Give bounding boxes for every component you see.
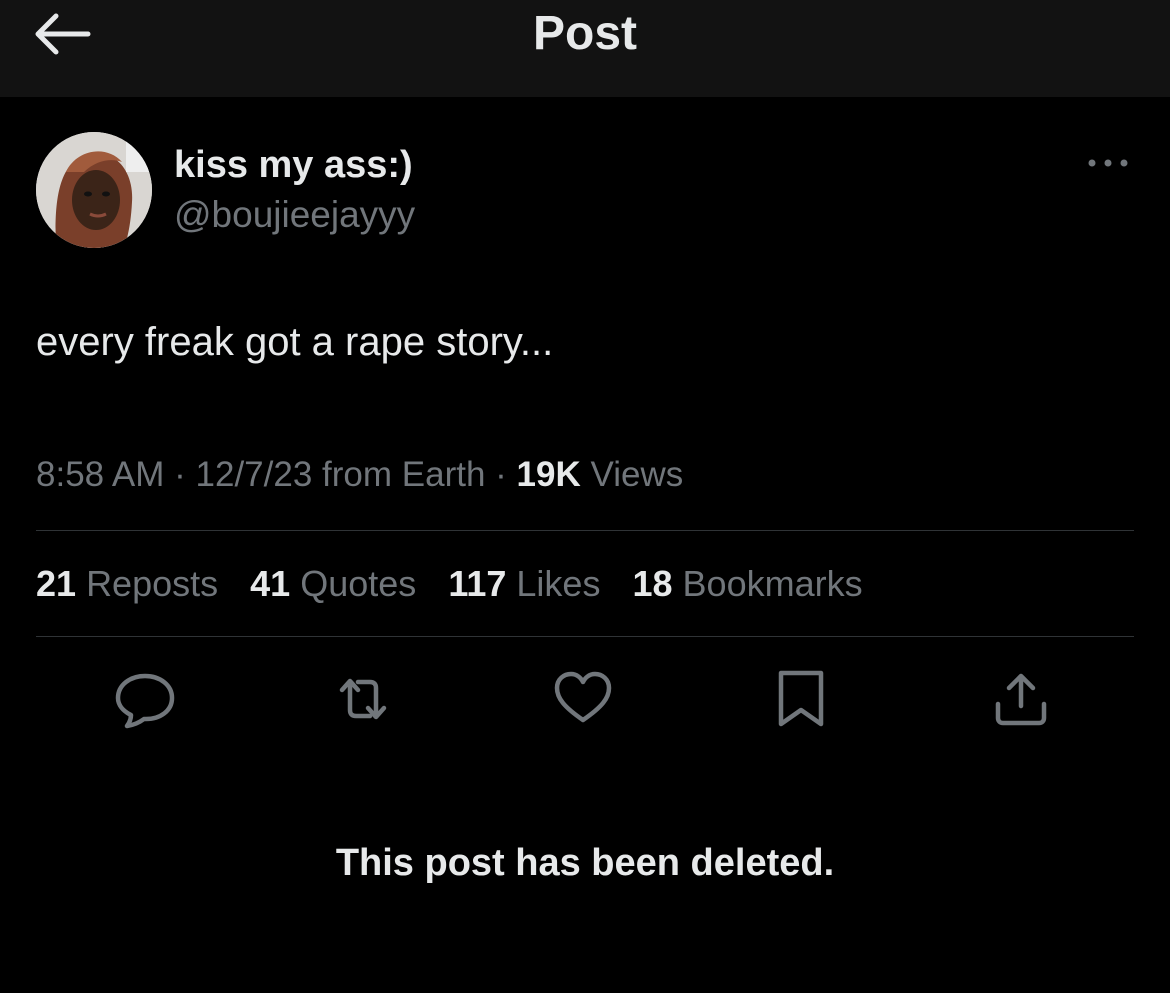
divider	[36, 636, 1134, 637]
bookmark-icon[interactable]	[770, 668, 832, 730]
views-count: 19K	[516, 455, 581, 494]
divider	[36, 530, 1134, 531]
post-source: from Earth	[322, 455, 486, 494]
display-name[interactable]: kiss my ass:)	[174, 144, 413, 187]
deleted-notice: This post has been deleted.	[335, 842, 835, 884]
stat-label: Quotes	[300, 563, 417, 604]
user-handle[interactable]: @boujieejayyy	[174, 194, 415, 236]
reply-icon[interactable]	[114, 668, 176, 730]
more-options-icon[interactable]	[1084, 148, 1132, 178]
post-time: 8:58 AM	[36, 455, 165, 494]
bookmarks-stat[interactable]: 18 Bookmarks	[632, 563, 862, 605]
stat-count: 117	[448, 563, 507, 604]
like-icon[interactable]	[552, 668, 614, 730]
repost-icon[interactable]	[332, 668, 394, 730]
stat-count: 41	[250, 563, 291, 604]
top-bar: Post	[0, 0, 1170, 97]
post-metadata: 8:58 AM · 12/7/23 from Earth · 19K Views	[36, 455, 683, 495]
post-text: every freak got a rape story...	[36, 320, 554, 364]
separator: ·	[164, 455, 196, 494]
engagement-stats: 21 Reposts 41 Quotes 117 Likes 18 Bookma…	[36, 563, 885, 605]
reposts-stat[interactable]: 21 Reposts	[36, 563, 218, 605]
stat-label: Reposts	[86, 563, 219, 604]
stat-count: 18	[632, 563, 673, 604]
stat-label: Bookmarks	[682, 563, 863, 604]
likes-stat[interactable]: 117 Likes	[448, 563, 600, 605]
share-icon[interactable]	[990, 668, 1052, 730]
page-title: Post	[532, 7, 637, 60]
post-date: 12/7/23	[195, 455, 313, 494]
stat-label: Likes	[516, 563, 601, 604]
views-label: Views	[590, 455, 684, 494]
separator: ·	[485, 455, 517, 494]
quotes-stat[interactable]: 41 Quotes	[250, 563, 416, 605]
stat-count: 21	[36, 563, 77, 604]
avatar[interactable]	[36, 132, 152, 248]
